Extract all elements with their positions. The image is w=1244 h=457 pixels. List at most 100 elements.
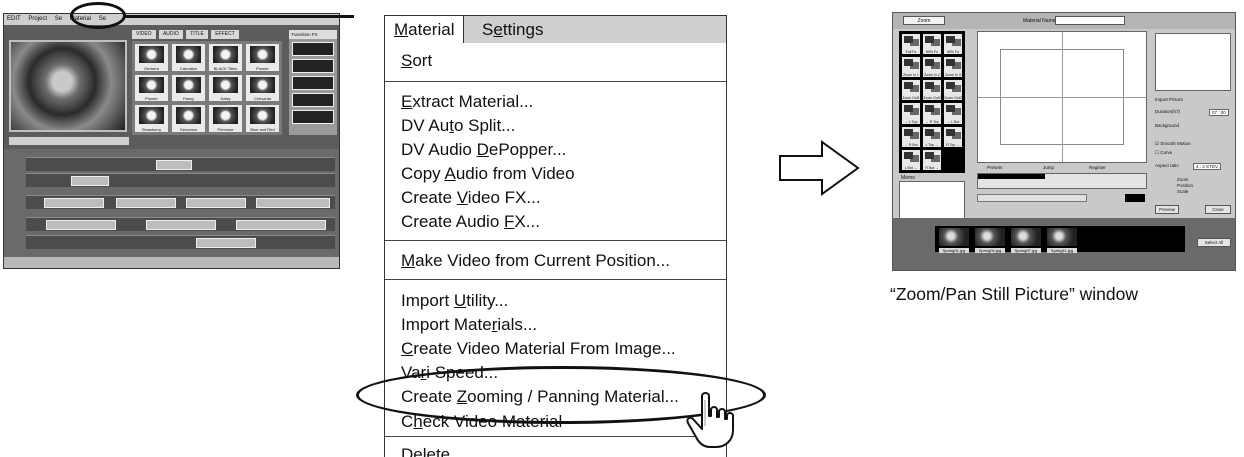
picture-filename: Spring11.jpg <box>1047 248 1077 253</box>
bin-thumbnail[interactable]: Plumer <box>135 74 168 102</box>
curve-checkbox[interactable]: ☐ Curve <box>1155 150 1172 156</box>
timeline-clip[interactable] <box>44 198 104 208</box>
menu-item-delete[interactable]: Delete <box>401 444 450 457</box>
scale-label: Scale <box>1177 189 1189 194</box>
tab-video[interactable]: VIDEO <box>132 30 156 39</box>
smooth-motion-checkbox[interactable]: ☑ Smooth Motion <box>1155 141 1191 147</box>
timeline-clip[interactable] <box>186 198 246 208</box>
fx-panel: Transition FX <box>289 30 337 135</box>
menu-item-dv-auto-split[interactable]: DV Auto Split... <box>401 115 515 137</box>
timeline-clip[interactable] <box>116 198 176 208</box>
pattern-button[interactable]: Zoom Out3 <box>944 80 962 101</box>
pattern-button[interactable]: Zoom Out2 <box>923 80 941 101</box>
pattern-button[interactable]: Zoom In 2 <box>923 57 941 78</box>
bin-thumbnail-label: Carnation <box>172 65 205 71</box>
bin-thumbnail[interactable]: Gerbera <box>135 44 168 71</box>
menu-item-copy-audio[interactable]: Copy Audio from Video <box>401 163 575 185</box>
material-name-input[interactable] <box>1055 16 1125 25</box>
bin-thumbnail[interactable]: Chrisanta <box>246 74 279 102</box>
pattern-button[interactable]: Zoom Out1 <box>902 80 920 101</box>
bin-thumbnail[interactable]: Pansy <box>172 74 205 102</box>
editor-material-bin: Gerbera Carnation BLACK Titles Plumer Pl… <box>132 41 282 135</box>
bin-thumbnail[interactable]: Geranium <box>172 105 205 132</box>
fx-dropdown[interactable]: Transition FX <box>289 30 337 39</box>
bin-thumbnail-label: Daisy <box>209 96 242 102</box>
menu-item-make-video[interactable]: Make Video from Current Position... <box>401 250 670 272</box>
menu-item-mnemonic: U <box>453 291 467 310</box>
picture-thumbnail[interactable] <box>1047 228 1077 246</box>
select-all-button[interactable]: Select All <box>1197 238 1231 247</box>
bin-thumbnail[interactable]: Blue and Red <box>246 105 279 132</box>
editor-transport-controls[interactable] <box>9 137 129 145</box>
pattern-button[interactable]: L Top → <box>923 126 941 147</box>
timeline-clip[interactable] <box>256 198 330 208</box>
picture-thumbnail[interactable] <box>939 228 969 246</box>
menu-item-create-video-from-image[interactable]: Create Video Material From Image... <box>401 338 676 360</box>
editor-menu-edit[interactable]: EDIT <box>4 14 24 25</box>
pattern-button[interactable]: R Bot → <box>923 149 941 170</box>
bin-thumbnail[interactable]: Daisy <box>209 74 242 102</box>
bin-thumbnail[interactable]: BLACK Titles <box>209 44 242 71</box>
fx-item[interactable] <box>292 76 334 90</box>
menu-item-sort[interactable]: Sort <box>401 50 432 72</box>
close-button[interactable]: Close <box>1205 205 1231 214</box>
menu-item-text: DV Au <box>401 116 450 135</box>
timeline-clip[interactable] <box>71 176 109 186</box>
editor-timeline[interactable] <box>4 149 339 257</box>
editor-menu-project[interactable]: Project <box>25 14 50 25</box>
timeline-clip[interactable] <box>196 238 256 248</box>
picture-thumbnail[interactable] <box>1011 228 1041 246</box>
pattern-button[interactable]: L Bot → <box>902 149 920 170</box>
pattern-button[interactable]: Full Fo <box>902 34 920 55</box>
tab-audio[interactable]: AUDIO <box>158 30 183 39</box>
aspect-ratio-dropdown[interactable]: 4 : 3 STDV <box>1193 163 1222 170</box>
pattern-button[interactable]: 50% Fo <box>944 34 962 55</box>
fx-item[interactable] <box>292 59 334 73</box>
pattern-button[interactable]: → R Bot <box>902 126 920 147</box>
menu-item-dv-audio-depopper[interactable]: DV Audio DePopper... <box>401 139 566 161</box>
bin-thumbnail-label: Blue and Red <box>246 127 279 132</box>
menu-item-import-utility[interactable]: Import Utility... <box>401 290 508 312</box>
bin-thumbnail[interactable]: Carnation <box>172 44 205 71</box>
timeline-clip[interactable] <box>46 220 116 230</box>
pattern-button[interactable]: 80% Fo <box>923 34 941 55</box>
menu-separator <box>385 436 726 437</box>
picture-thumbnail[interactable] <box>975 228 1005 246</box>
pattern-button[interactable]: → L Top <box>902 103 920 124</box>
duration-field[interactable]: 07 : 00 <box>1209 109 1229 116</box>
menu-item-extract-material[interactable]: Extract Material... <box>401 91 533 113</box>
menu-settings[interactable]: Settings <box>473 16 552 43</box>
bin-thumbnail[interactable]: Primrose <box>209 105 242 132</box>
fx-item[interactable] <box>292 42 334 56</box>
timeline-clip[interactable] <box>146 220 216 230</box>
preview-button[interactable]: Preview <box>1155 205 1179 214</box>
menu-item-create-video-fx[interactable]: Create Video FX... <box>401 187 541 209</box>
zoom-pan-canvas[interactable] <box>977 31 1147 163</box>
timeline-clip[interactable] <box>156 160 192 170</box>
timeline-clip[interactable] <box>236 220 326 230</box>
pattern-button[interactable]: Zoom In 3 <box>944 57 962 78</box>
menu-item-create-audio-fx[interactable]: Create Audio FX... <box>401 211 540 233</box>
bin-thumbnail[interactable]: Strawberry <box>135 105 168 132</box>
pattern-label: → L Top <box>904 119 918 124</box>
editor-menu-se[interactable]: Se <box>52 14 65 25</box>
fx-item[interactable] <box>292 110 334 124</box>
keyframe-ruler[interactable] <box>977 173 1147 189</box>
picture-preview <box>1155 33 1231 91</box>
pattern-button[interactable]: → L Bot <box>944 103 962 124</box>
pattern-button[interactable]: → R Top <box>923 103 941 124</box>
tab-title[interactable]: TITLE <box>186 30 208 39</box>
pattern-button[interactable]: Zoom In 1 <box>902 57 920 78</box>
submenu-arrow-icon <box>701 54 714 70</box>
tab-effect[interactable]: EFFECT <box>211 30 239 39</box>
menu-item-mnemonic: M <box>401 251 416 270</box>
menu-item-text: DV Audio <box>401 140 477 159</box>
menu-item-import-materials[interactable]: Import Materials... <box>401 314 537 336</box>
pattern-button[interactable]: R Top → <box>944 126 962 147</box>
menu-material[interactable]: Material <box>385 16 465 43</box>
mode-dropdown[interactable]: Zoom <box>903 16 945 25</box>
fx-item[interactable] <box>292 93 334 107</box>
bin-thumbnail[interactable]: Plumer <box>246 44 279 71</box>
picture-strip[interactable]: Spring01.jpg Spring04.jpg Spring07.jpg S… <box>935 226 1185 253</box>
preview-transport-controls[interactable] <box>977 194 1087 202</box>
